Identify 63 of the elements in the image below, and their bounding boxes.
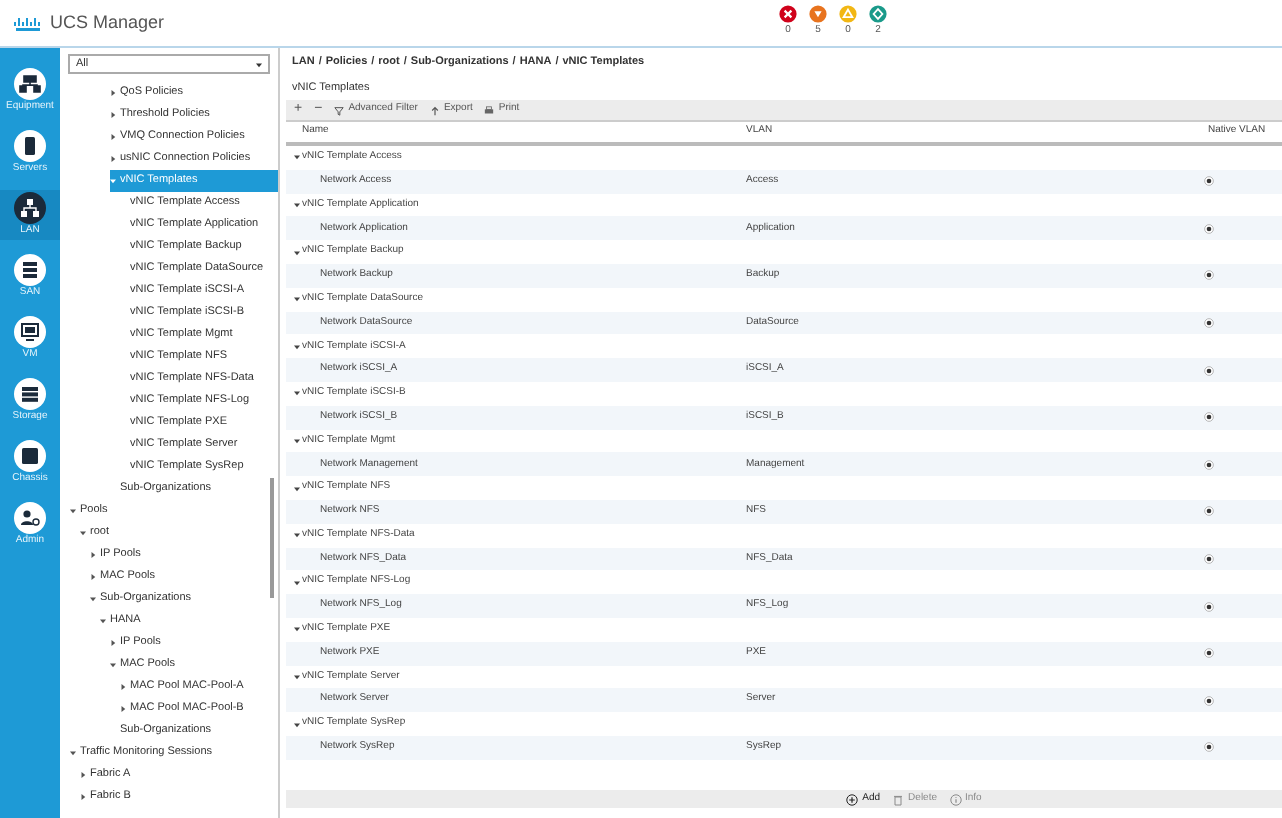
radio-button[interactable] [1204,176,1214,187]
caret-right-icon[interactable] [110,134,116,140]
caret-down-icon[interactable] [70,750,76,756]
radio-button[interactable] [1204,223,1214,234]
caret-down-icon[interactable] [294,201,300,208]
caret-down-icon[interactable] [294,485,300,492]
radio-button[interactable] [1204,553,1214,564]
print-icon [484,105,495,115]
x-circle-icon[interactable] [778,4,798,24]
radio-button[interactable] [1204,317,1214,328]
chassis-icon [14,440,46,472]
scrollbar-thumb[interactable] [270,478,274,598]
caret-down-icon[interactable] [294,437,300,444]
admin-user-icon [14,502,46,534]
radio-button[interactable] [1204,506,1214,517]
caret-down-icon[interactable] [294,579,300,586]
radio-button[interactable] [1204,459,1214,470]
caret-right-icon[interactable] [80,794,86,800]
filter-icon [334,105,345,115]
caret-down-icon[interactable] [90,596,96,602]
storage-stack-icon [14,254,46,286]
trash-icon [892,793,905,805]
radio-button[interactable] [1204,365,1214,376]
lan-icon [14,192,46,224]
radio-button[interactable] [1204,648,1214,659]
radio-button[interactable] [1204,742,1214,753]
caret-right-icon[interactable] [110,90,116,96]
down-triangle-circle-icon[interactable] [808,4,828,24]
caret-right-icon[interactable] [110,112,116,118]
radio-button[interactable] [1204,270,1214,281]
caret-right-icon[interactable] [120,706,126,712]
info-circle-icon [949,793,961,805]
server-icon [14,130,46,162]
caret-down-icon[interactable] [294,296,300,303]
caret-right-icon[interactable] [110,640,116,646]
caret-down-icon[interactable] [294,154,300,161]
caret-down-icon[interactable] [70,508,76,514]
caret-down-icon[interactable] [294,343,300,350]
caret-down-icon[interactable] [294,249,300,256]
upload-arrow-icon [429,105,440,115]
caret-right-icon[interactable] [120,684,126,690]
caret-down-icon[interactable] [294,626,300,633]
window-title: UCS Manager [50,9,165,36]
caret-down-icon[interactable] [110,662,116,668]
caret-right-icon[interactable] [110,156,116,162]
caret-right-icon[interactable] [90,574,96,580]
logo-icon [14,15,42,31]
plus-circle-icon [846,793,859,805]
caret-right-icon[interactable] [90,552,96,558]
caret-right-icon[interactable] [80,772,86,778]
radio-button[interactable] [1204,695,1214,706]
disk-stack-icon [14,378,46,410]
caret-down-icon[interactable] [294,673,300,680]
network-tree-icon [14,68,46,100]
caret-down-icon[interactable] [294,390,300,397]
caret-down-icon[interactable] [294,532,300,539]
radio-button[interactable] [1204,601,1214,612]
monitor-icon [14,316,46,348]
caret-down-icon[interactable] [100,618,106,624]
caret-down-icon[interactable] [80,530,86,536]
caret-down-icon [256,61,262,67]
radio-button[interactable] [1204,412,1214,423]
caret-down-icon[interactable] [294,721,300,728]
